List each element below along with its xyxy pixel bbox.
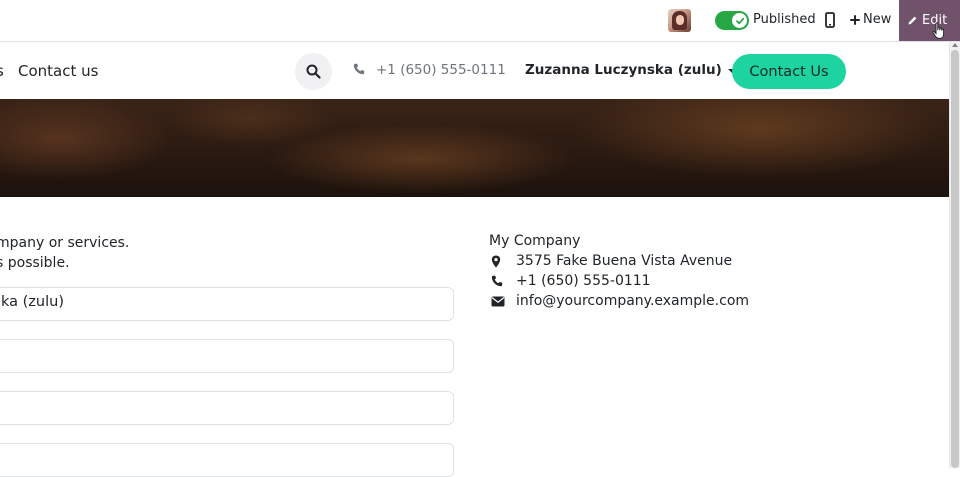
- toggle-knob: [732, 13, 747, 28]
- phone-icon: [353, 63, 365, 75]
- admin-navbar: Published New Edit: [0, 0, 960, 42]
- published-toggle[interactable]: [715, 11, 749, 30]
- mobile-icon[interactable]: [824, 11, 836, 29]
- map-marker-icon: [491, 255, 501, 267]
- envelope-icon: [491, 296, 505, 306]
- user-avatar[interactable]: [668, 9, 691, 32]
- form-intro: mpany or services. s possible.: [0, 233, 129, 273]
- email-row: info@yourcompany.example.com: [489, 293, 749, 309]
- phone-row: +1 (650) 555-0111: [489, 273, 651, 289]
- phone-icon: [491, 275, 503, 287]
- search-icon: [306, 64, 321, 79]
- email-field[interactable]: [0, 391, 454, 425]
- scrollbar-thumb[interactable]: [951, 50, 959, 468]
- edit-button[interactable]: Edit: [899, 0, 960, 41]
- pencil-icon: [908, 16, 917, 25]
- contact-us-button[interactable]: Contact Us: [732, 54, 846, 89]
- user-menu[interactable]: Zuzanna Luczynska (zulu): [525, 62, 736, 78]
- address-text: 3575 Fake Buena Vista Avenue: [516, 253, 733, 269]
- header-phone[interactable]: +1 (650) 555-0111: [376, 62, 506, 78]
- phone-text[interactable]: +1 (650) 555-0111: [516, 273, 651, 289]
- plus-icon: [850, 14, 860, 25]
- email-text[interactable]: info@yourcompany.example.com: [516, 293, 749, 309]
- name-field[interactable]: ka (zulu): [0, 287, 454, 321]
- avatar-face: [676, 15, 684, 25]
- address-row: 3575 Fake Buena Vista Avenue: [489, 253, 732, 269]
- phone-field[interactable]: [0, 339, 454, 373]
- check-icon: [735, 17, 744, 24]
- form-intro-line-1: mpany or services.: [0, 235, 130, 251]
- scrollbar[interactable]: [949, 42, 960, 468]
- company-name: My Company: [489, 233, 581, 249]
- new-label: New: [863, 12, 892, 27]
- search-button[interactable]: [295, 53, 332, 90]
- nav-item-truncated[interactable]: s: [0, 62, 4, 80]
- published-label[interactable]: Published: [753, 12, 816, 27]
- scroll-up-arrow[interactable]: [952, 43, 958, 47]
- new-button[interactable]: New: [850, 12, 891, 27]
- site-header: s Contact us +1 (650) 555-0111 Zuzanna L…: [0, 42, 949, 99]
- hero-image: [0, 99, 949, 197]
- nav-item-contact[interactable]: Contact us: [18, 62, 98, 80]
- cursor-icon: [932, 22, 945, 40]
- form-intro-line-2: s possible.: [0, 255, 70, 271]
- company-field[interactable]: [0, 443, 454, 477]
- user-name: Zuzanna Luczynska (zulu): [525, 62, 722, 78]
